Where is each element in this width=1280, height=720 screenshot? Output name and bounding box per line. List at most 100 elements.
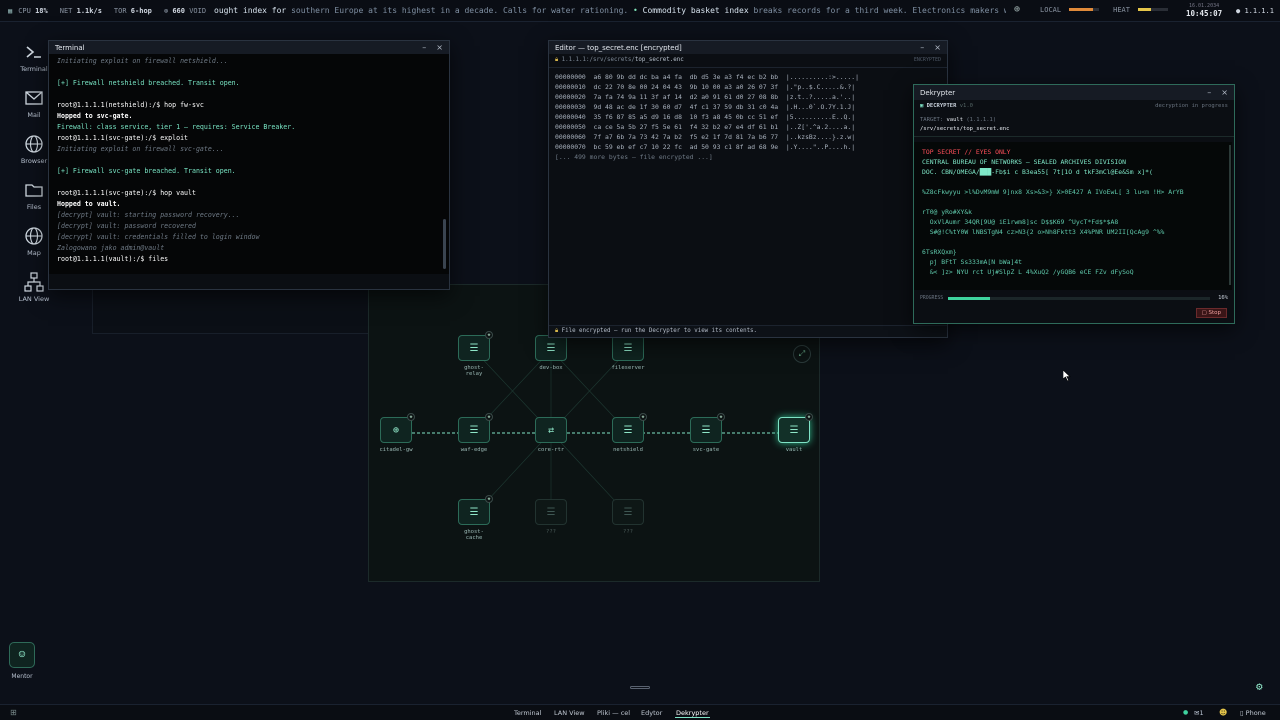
terminal-line: [+] Firewall svc-gate breached. Transit … xyxy=(57,167,236,175)
lock-icon: ◆ xyxy=(485,331,493,339)
target-label: TARGET: xyxy=(920,117,944,123)
decrypt-status: decryption in progress xyxy=(1155,103,1228,109)
terminal-line: Zalogowano jako admin@vault xyxy=(57,244,165,252)
server-icon: ☰ xyxy=(612,499,644,525)
minimize-icon[interactable]: – xyxy=(1207,88,1211,97)
decrypt-line: pj BFtT Ss333mA[N bWa]4t xyxy=(922,258,1023,266)
map-node-label: netshield xyxy=(613,447,643,453)
terminal-line: root@1.1.1.1(svc-gate):/$ exploit xyxy=(57,134,189,142)
progress-fill xyxy=(948,297,990,300)
terminal-window[interactable]: Terminal – × Initiating exploit on firewa… xyxy=(48,40,450,290)
taskbar-tab-pliki-cel[interactable]: Pliki — cel xyxy=(597,709,630,717)
mail-count: 1 xyxy=(1199,709,1204,717)
clock: 16.01.2034 10:45:07 xyxy=(1186,2,1222,18)
map-node-ghost-cache[interactable]: ☰ ◆ ghost-cache xyxy=(457,495,493,541)
map-node-ghost-relay[interactable]: ☰ ◆ ghost-relay xyxy=(457,331,493,377)
hex-dump[interactable]: 00000000 a6 80 9b dd dc ba a4 fa db d5 3… xyxy=(549,68,947,166)
apps-grid-icon[interactable]: ⊞ xyxy=(10,708,17,717)
terminal-scrollbar[interactable] xyxy=(443,219,446,269)
map-node-waf-edge[interactable]: ☰ ◆ waf-edge xyxy=(457,413,493,453)
decrypter-titlebar[interactable]: Dekrypter – × xyxy=(914,85,1234,100)
taskbar-tab-edytor[interactable]: Edytor xyxy=(641,709,662,717)
map-node-label: ??? xyxy=(546,529,556,535)
taskbar-tab-terminal[interactable]: Terminal xyxy=(514,709,541,717)
map-node-label: citadel-gw xyxy=(379,447,413,453)
ip-indicator: ● 1.1.1.1 xyxy=(1236,7,1274,15)
decrypt-output[interactable]: TOP SECRET // EYES ONLY CENTRAL BUREAU OF… xyxy=(914,142,1232,290)
map-node-core-rtr[interactable]: ⇄ core-rtr xyxy=(534,417,568,453)
map-node-unknown-2[interactable]: ☰??? xyxy=(611,499,645,535)
terminal-output[interactable]: Initiating exploit on firewall netshield… xyxy=(49,54,449,274)
target-host: vault xyxy=(946,117,964,123)
terminal-line: [+] Firewall netshield breached. Transit… xyxy=(57,79,240,87)
decrypter-target: TARGET: vault (1.1.1.1) /srv/secrets/top… xyxy=(914,114,1234,137)
lock-icon: ◆ xyxy=(485,495,493,503)
lock-icon: ◆ xyxy=(805,413,813,421)
footer-text: File encrypted — run the Decrypter to vi… xyxy=(561,328,758,334)
map-node-fileserver[interactable]: ☰ fileserver xyxy=(611,335,645,371)
decrypter-header: ▣ DECRYPTER v1.0 decryption in progress xyxy=(914,100,1234,114)
minimize-icon[interactable]: – xyxy=(920,43,924,52)
server-icon: ☰ ◆ xyxy=(612,413,647,443)
phone-button[interactable]: ▯ Phone xyxy=(1240,709,1266,717)
close-icon[interactable]: × xyxy=(934,43,941,52)
map-node-svc-gate[interactable]: ☰ ◆ svc-gate xyxy=(689,413,725,453)
stop-button[interactable]: ▢ Stop xyxy=(1195,308,1227,318)
taskbar-tab-lan-view[interactable]: LAN View xyxy=(554,709,585,717)
decrypter-window[interactable]: Dekrypter – × ▣ DECRYPTER v1.0 decryption… xyxy=(913,84,1235,324)
app-name: DECRYPTER xyxy=(926,103,957,109)
encrypted-badge: ENCRYPTED xyxy=(913,57,941,63)
server-icon: ☰ ◆ xyxy=(458,413,493,443)
decrypt-scrollbar[interactable] xyxy=(1229,145,1231,285)
terminal-line: [decrypt] vault: starting password recov… xyxy=(57,211,240,219)
net-label: NET xyxy=(59,6,73,15)
server-icon: ☰ xyxy=(535,335,567,361)
map-node-label: waf-edge xyxy=(460,447,488,453)
decrypt-line xyxy=(922,237,1224,247)
menu-icon[interactable]: ▦ xyxy=(8,7,12,15)
decrypt-line: &< ]z> NYU rct Uj#SlpZ L 4%XuQ2 /yGQB6 e… xyxy=(922,268,1134,276)
editor-window[interactable]: Editor — top_secret.enc [encrypted] – × 🔒… xyxy=(548,40,948,338)
terminal-icon xyxy=(26,46,41,58)
decrypt-line xyxy=(922,197,1224,207)
globe-icon xyxy=(25,227,43,245)
folder-icon xyxy=(25,184,43,197)
map-node-label: ??? xyxy=(623,529,633,535)
map-node-label: fileserver xyxy=(611,365,645,371)
decrypt-line: 6TsRXQxm} xyxy=(922,248,957,256)
map-node-vault[interactable]: ☰ ◆ vault xyxy=(777,413,813,453)
map-node-citadel-gw[interactable]: ⊕ ◆ citadel-gw xyxy=(379,413,415,453)
expand-icon[interactable]: ⤢ xyxy=(793,345,811,363)
close-icon[interactable]: × xyxy=(1221,88,1228,97)
globe-icon[interactable]: ⊕ xyxy=(1014,4,1020,15)
net-value: 1.1k/s xyxy=(76,6,102,15)
progress-bar xyxy=(948,297,1210,300)
emoji-icon[interactable]: ☻ xyxy=(1219,708,1227,717)
map-node-dev-box[interactable]: ☰ dev-box xyxy=(534,335,568,371)
minimize-icon[interactable]: – xyxy=(422,43,426,52)
map-node-netshield[interactable]: ☰ ◆ netshield xyxy=(611,413,647,453)
mentor-button[interactable]: ☺ Mentor xyxy=(4,642,40,682)
terminal-line: Firewall: class service, tier 1 — requir… xyxy=(57,123,296,131)
stop-label: Stop xyxy=(1208,310,1221,316)
target-path: /srv/secrets/top_secret.enc xyxy=(920,126,1010,132)
globe-icon: ⊕ ◆ xyxy=(380,413,415,443)
ip-text: 1.1.1.1 xyxy=(1244,7,1274,15)
close-icon[interactable]: × xyxy=(436,43,443,52)
mail-badge[interactable]: ✉1 xyxy=(1194,709,1204,717)
decrypt-line xyxy=(922,177,1224,187)
network-icon xyxy=(24,272,44,292)
map-node-label: core-rtr xyxy=(537,447,565,453)
settings-icon[interactable]: ⚙ xyxy=(1256,680,1263,693)
terminal-titlebar[interactable]: Terminal – × xyxy=(49,41,449,54)
terminal-line: Initiating exploit on firewall netshield… xyxy=(57,57,228,65)
desktop-drag-handle[interactable] xyxy=(630,686,650,689)
editor-titlebar[interactable]: Editor — top_secret.enc [encrypted] – × xyxy=(549,41,947,54)
target-ip: (1.1.1.1) xyxy=(966,117,997,123)
window-title: Editor — top_secret.enc [encrypted] xyxy=(555,43,682,52)
ticker-segment: Commodity basket index xyxy=(642,6,754,15)
map-node-unknown-1[interactable]: ☰??? xyxy=(534,499,568,535)
taskbar-tab-dekrypter[interactable]: Dekrypter xyxy=(675,709,710,718)
